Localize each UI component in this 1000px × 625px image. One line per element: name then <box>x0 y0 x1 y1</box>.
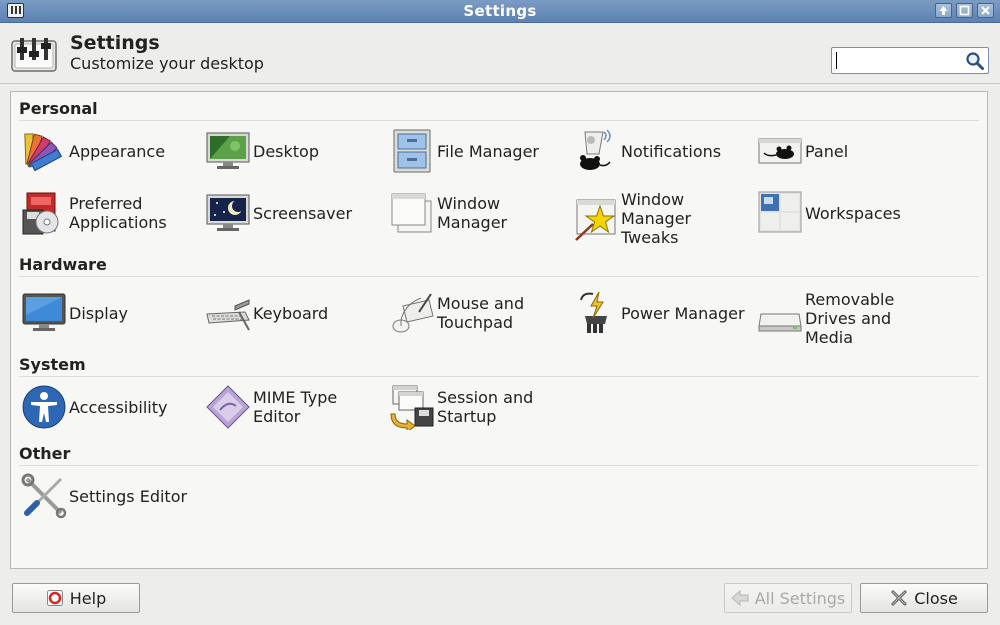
appearance-icon <box>21 128 67 174</box>
help-button[interactable]: Help <box>12 583 140 613</box>
notifications-icon <box>573 128 619 174</box>
search-icon[interactable] <box>965 51 985 71</box>
arrow-up-icon <box>939 6 948 15</box>
arrow-left-icon <box>730 590 749 606</box>
desktop-icon <box>205 128 251 174</box>
item-window-manager[interactable]: Window Manager <box>389 190 507 236</box>
section-title-system: System <box>19 355 86 374</box>
item-accessibility[interactable]: Accessibility <box>21 384 167 430</box>
all-settings-button[interactable]: All Settings <box>724 583 852 613</box>
item-label: Window Manager <box>437 194 508 232</box>
help-icon <box>46 590 63 606</box>
close-button[interactable]: Close <box>860 583 988 613</box>
item-settings-editor[interactable]: Settings Editor <box>21 473 187 519</box>
roll-up-button[interactable] <box>935 3 952 18</box>
section-divider <box>19 376 979 377</box>
item-file-manager[interactable]: File Manager <box>389 128 539 174</box>
preferred-applications-icon <box>21 190 67 236</box>
window-manager-tweaks-icon <box>573 196 619 242</box>
item-label: File Manager <box>437 141 539 161</box>
item-label: Settings Editor <box>69 486 188 506</box>
item-label: Preferred Applications <box>69 194 167 232</box>
settings-categories-panel: Personal Appearance Desktop File Manager… <box>10 91 988 569</box>
power-manager-icon <box>573 290 619 336</box>
item-notifications[interactable]: Notifications <box>573 128 721 174</box>
file-manager-icon <box>389 128 435 174</box>
item-preferred-applications[interactable]: Preferred Applications <box>21 190 167 236</box>
section-title-hardware: Hardware <box>19 255 107 274</box>
screensaver-icon <box>205 190 251 236</box>
item-display[interactable]: Display <box>21 290 128 336</box>
window-titlebar[interactable]: Settings <box>0 0 1000 23</box>
section-divider <box>19 465 979 466</box>
dialog-header: Settings Customize your desktop <box>0 23 1000 84</box>
item-screensaver[interactable]: Screensaver <box>205 190 352 236</box>
item-panel[interactable]: Panel <box>757 128 848 174</box>
window-title: Settings <box>463 2 537 20</box>
item-appearance[interactable]: Appearance <box>21 128 165 174</box>
item-mime-type-editor[interactable]: MIME Type Editor <box>205 384 337 430</box>
item-label: MIME Type Editor <box>253 388 338 426</box>
page-subtitle: Customize your desktop <box>70 54 264 73</box>
item-label: Display <box>69 303 128 323</box>
item-label: Desktop <box>253 141 319 161</box>
workspaces-icon <box>757 190 803 236</box>
item-session-startup[interactable]: Session and Startup <box>389 384 533 430</box>
removable-drives-icon <box>757 296 803 342</box>
keyboard-icon <box>205 290 251 336</box>
maximize-icon <box>959 5 970 16</box>
item-label: Window Manager Tweaks <box>621 190 692 247</box>
item-label: Panel <box>805 141 849 161</box>
item-label: Session and Startup <box>437 388 534 426</box>
section-divider <box>19 120 979 121</box>
item-label: Mouse and Touchpad <box>437 294 525 332</box>
settings-manager-icon <box>11 35 57 73</box>
text-caret <box>836 52 837 69</box>
display-icon <box>21 290 67 336</box>
mime-type-icon <box>205 384 251 430</box>
item-window-manager-tweaks[interactable]: Window Manager Tweaks <box>573 190 691 247</box>
panel-icon <box>757 128 803 174</box>
item-desktop[interactable]: Desktop <box>205 128 319 174</box>
all-settings-button-label: All Settings <box>754 588 846 608</box>
item-workspaces[interactable]: Workspaces <box>757 190 901 236</box>
item-label: Removable Drives and Media <box>805 290 895 347</box>
session-startup-icon <box>389 384 435 430</box>
accessibility-icon <box>21 384 67 430</box>
item-removable-drives[interactable]: Removable Drives and Media <box>757 290 894 347</box>
close-window-button[interactable] <box>977 3 994 18</box>
close-icon <box>981 6 990 15</box>
item-power-manager[interactable]: Power Manager <box>573 290 745 336</box>
search-input[interactable] <box>831 47 989 74</box>
window-manager-icon <box>389 190 435 236</box>
section-title-other: Other <box>19 444 71 463</box>
close-icon <box>891 590 907 606</box>
help-button-label: Help <box>69 588 107 608</box>
item-keyboard[interactable]: Keyboard <box>205 290 328 336</box>
page-title: Settings <box>70 32 160 54</box>
maximize-button[interactable] <box>956 3 973 18</box>
section-divider <box>19 276 979 277</box>
item-label: Accessibility <box>69 397 168 417</box>
item-label: Screensaver <box>253 203 353 223</box>
close-button-label: Close <box>914 588 958 608</box>
mouse-icon <box>389 290 435 336</box>
item-label: Notifications <box>621 141 722 161</box>
settings-editor-icon <box>21 473 67 519</box>
settings-app-icon[interactable] <box>7 3 24 18</box>
item-label: Workspaces <box>805 203 901 223</box>
item-label: Power Manager <box>621 303 745 323</box>
item-mouse-touchpad[interactable]: Mouse and Touchpad <box>389 290 524 336</box>
item-label: Appearance <box>69 141 166 161</box>
section-title-personal: Personal <box>19 99 98 118</box>
item-label: Keyboard <box>253 303 329 323</box>
